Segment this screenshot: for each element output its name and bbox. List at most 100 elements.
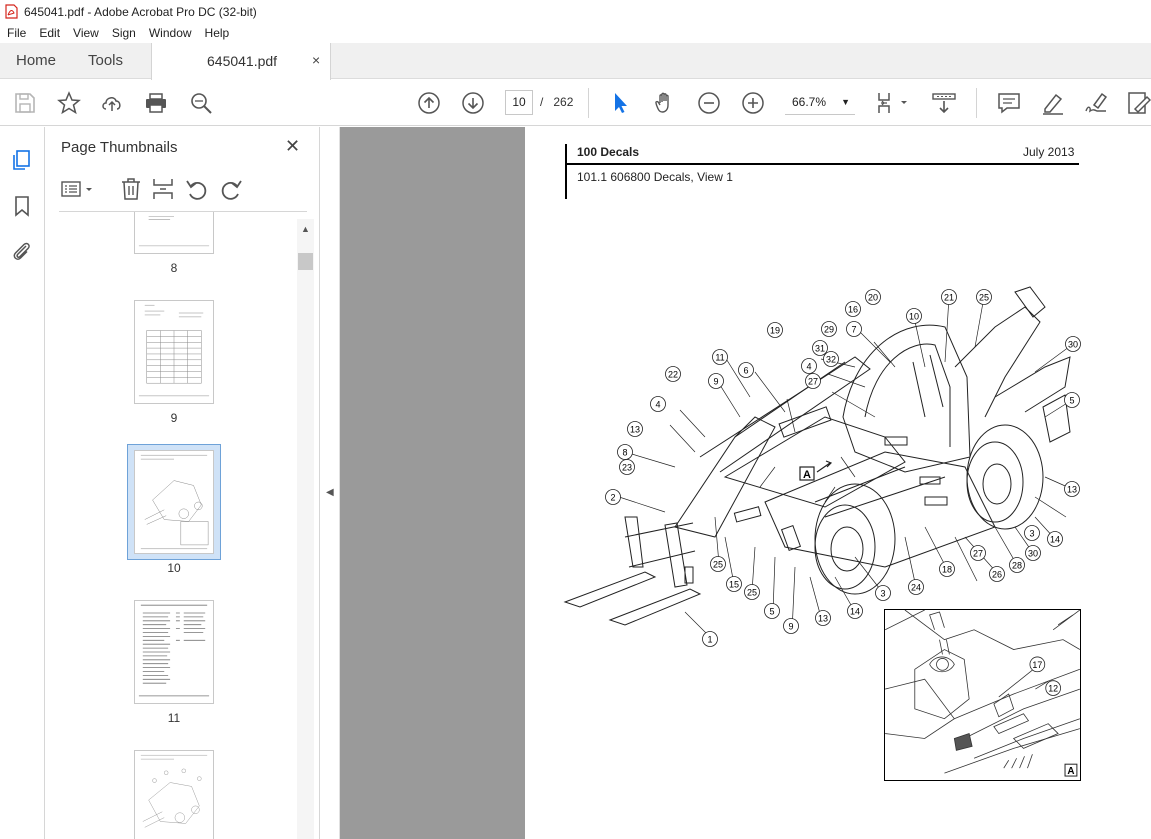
insert-page-icon[interactable] xyxy=(151,177,175,201)
svg-text:20: 20 xyxy=(868,293,878,303)
svg-text:21: 21 xyxy=(944,293,954,303)
svg-text:10: 10 xyxy=(909,312,919,322)
callout-3: 3 xyxy=(1024,525,1040,541)
title-bar: 645041.pdf - Adobe Acrobat Pro DC (32-bi… xyxy=(0,0,1151,23)
svg-text:19: 19 xyxy=(770,326,780,336)
tab-document[interactable]: 645041.pdf × xyxy=(151,43,331,80)
svg-text:13: 13 xyxy=(818,614,828,624)
callout-16: 16 xyxy=(845,301,861,317)
scroll-up-icon[interactable]: ▲ xyxy=(301,224,310,234)
toolbar-divider xyxy=(588,88,589,118)
pdf-file-icon xyxy=(5,4,18,19)
svg-text:3: 3 xyxy=(1029,529,1034,539)
callout-1: 1 xyxy=(702,631,718,647)
page-number-input[interactable]: 10 xyxy=(505,90,533,115)
menu-help[interactable]: Help xyxy=(198,26,236,40)
star-icon[interactable] xyxy=(57,91,81,115)
callout-2: 2 xyxy=(605,489,621,505)
menu-edit[interactable]: Edit xyxy=(32,26,66,40)
svg-text:4: 4 xyxy=(806,362,811,372)
svg-text:28: 28 xyxy=(1012,561,1022,571)
svg-text:8: 8 xyxy=(622,448,627,458)
thumbnail-label: 9 xyxy=(170,411,178,425)
comment-icon[interactable] xyxy=(997,91,1021,115)
callout-14: 14 xyxy=(847,603,863,619)
callout-24: 24 xyxy=(908,579,924,595)
print-icon[interactable] xyxy=(144,91,168,115)
callout-9: 9 xyxy=(708,373,724,389)
svg-text:27: 27 xyxy=(973,549,983,559)
highlight-pen-icon[interactable] xyxy=(1041,91,1065,115)
draw-signature-icon[interactable] xyxy=(1084,91,1108,115)
thumbnail-page-11[interactable] xyxy=(134,600,214,704)
svg-text:5: 5 xyxy=(769,607,774,617)
bookmark-icon[interactable] xyxy=(11,195,33,217)
chevron-down-icon: ▼ xyxy=(841,97,850,107)
window-title: 645041.pdf - Adobe Acrobat Pro DC (32-bi… xyxy=(24,4,257,19)
svg-text:9: 9 xyxy=(713,377,718,387)
rotate-left-icon[interactable] xyxy=(185,177,209,201)
callout-4: 4 xyxy=(801,358,817,374)
svg-text:9: 9 xyxy=(788,622,793,632)
attachment-icon[interactable] xyxy=(11,240,33,262)
tab-home[interactable]: Home xyxy=(16,43,56,79)
callout-21: 21 xyxy=(941,289,957,305)
panel-collapse-gutter[interactable]: ◀ xyxy=(320,127,340,839)
thumbnail-page-9[interactable] xyxy=(134,300,214,404)
callout-26: 26 xyxy=(989,566,1005,582)
upload-cloud-icon[interactable] xyxy=(100,91,124,115)
previous-page-icon[interactable] xyxy=(417,91,441,115)
svg-text:15: 15 xyxy=(729,580,739,590)
zoom-in-icon[interactable] xyxy=(741,91,765,115)
collapse-left-icon[interactable]: ◀ xyxy=(326,487,334,498)
menu-file[interactable]: File xyxy=(0,26,32,40)
thumbnail-page-8[interactable] xyxy=(134,212,214,254)
menu-view[interactable]: View xyxy=(66,26,105,40)
svg-text:26: 26 xyxy=(992,570,1002,580)
edit-pdf-icon[interactable] xyxy=(1127,91,1151,115)
thumbnail-page-12[interactable] xyxy=(134,750,214,839)
options-menu-icon[interactable] xyxy=(61,177,95,201)
callout-23: 23 xyxy=(619,459,635,475)
svg-text:29: 29 xyxy=(824,325,834,335)
close-tab-icon[interactable]: × xyxy=(312,52,320,68)
zoom-select[interactable]: 66.7% ▼ xyxy=(785,90,855,115)
delete-page-icon[interactable] xyxy=(119,177,143,201)
zoom-out-icon[interactable] xyxy=(697,91,721,115)
callout-8: 8 xyxy=(617,444,633,460)
svg-text:13: 13 xyxy=(1067,485,1077,495)
scroll-mode-icon[interactable] xyxy=(932,91,956,115)
page-thumbnails-icon[interactable] xyxy=(11,149,33,171)
rotate-right-icon[interactable] xyxy=(219,177,243,201)
document-date: July 2013 xyxy=(1023,145,1075,159)
svg-text:14: 14 xyxy=(1050,535,1060,545)
page-fit-icon[interactable] xyxy=(876,91,910,115)
thumbnail-page-10[interactable] xyxy=(134,450,214,554)
callout-32: 32 xyxy=(823,351,839,367)
callout-19: 19 xyxy=(767,322,783,338)
hand-tool-icon[interactable] xyxy=(653,91,677,115)
panel-scrollbar[interactable]: ▲ xyxy=(297,219,314,839)
callout-15: 15 xyxy=(726,576,742,592)
toolbar-divider-2 xyxy=(976,88,977,118)
section-title: 100 Decals xyxy=(577,145,640,159)
svg-text:4: 4 xyxy=(655,400,660,410)
search-icon[interactable] xyxy=(189,91,213,115)
callout-6: 6 xyxy=(738,362,754,378)
svg-text:11: 11 xyxy=(715,353,724,363)
zoom-value: 66.7% xyxy=(792,95,827,109)
document-viewer[interactable]: 100 Decals July 2013 101.1 606800 Decals… xyxy=(340,127,1151,839)
next-page-icon[interactable] xyxy=(461,91,485,115)
save-icon[interactable] xyxy=(13,91,37,115)
menu-sign[interactable]: Sign xyxy=(105,26,142,40)
scrollbar-thumb[interactable] xyxy=(298,253,313,270)
menu-window[interactable]: Window xyxy=(142,26,198,40)
close-panel-icon[interactable]: ✕ xyxy=(285,136,300,157)
svg-text:25: 25 xyxy=(979,293,989,303)
callout-group: 1233445567899101113131314141516181920 212… xyxy=(605,289,1081,647)
tab-tools[interactable]: Tools xyxy=(88,43,123,79)
tab-document-label: 645041.pdf xyxy=(207,53,278,69)
svg-text:1: 1 xyxy=(707,635,712,645)
callout-11: 11 xyxy=(712,349,728,365)
select-cursor-icon[interactable] xyxy=(609,91,633,115)
